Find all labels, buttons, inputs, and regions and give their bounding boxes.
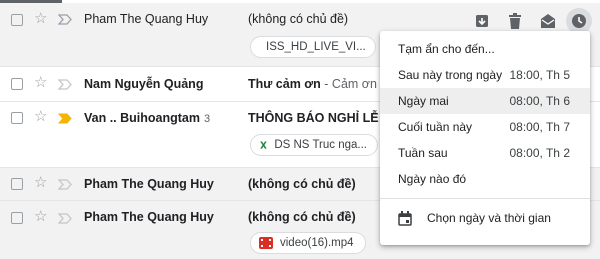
snooze-menu-title: Tạm ẩn cho đến... [380, 36, 590, 62]
attachment-name: ISS_HD_LIVE_VI... [266, 41, 366, 53]
option-label: Ngày mai [398, 94, 449, 108]
video-file-icon [259, 237, 273, 249]
attachment-name: video(16).mp4 [280, 237, 354, 249]
snooze-menu: Tạm ẩn cho đến... Sau này trong ngày 18:… [380, 31, 590, 245]
subject-text: THÔNG BÁO NGHỈ LỄ [248, 111, 379, 125]
option-label: Ngày nào đó [398, 172, 467, 186]
subject: Thư cảm ơn - Cảm ơn bá [248, 77, 394, 91]
option-label: Sau này trong ngày [398, 68, 503, 82]
option-time: 18:00, Th 5 [509, 68, 571, 82]
star-icon[interactable]: ☆ [34, 75, 47, 90]
row-checkbox[interactable] [11, 178, 23, 190]
row-checkbox[interactable] [11, 78, 23, 90]
star-icon[interactable]: ☆ [34, 175, 47, 190]
sender: Pham The Quang Huy [84, 210, 214, 224]
option-label: Tuần sau [398, 146, 448, 160]
option-label: Chọn ngày và thời gian [427, 211, 551, 225]
subject-text: (không có chủ đề) [248, 12, 349, 26]
subject: (không có chủ đề) [248, 12, 348, 26]
option-time: 08:00, Th 2 [509, 146, 571, 160]
snooze-option-later-today[interactable]: Sau này trong ngày 18:00, Th 5 [380, 62, 590, 88]
star-icon[interactable]: ☆ [34, 109, 47, 124]
important-marker-icon[interactable] [58, 14, 72, 25]
snooze-option-someday[interactable]: Ngày nào đó [380, 166, 590, 192]
archive-icon [476, 15, 488, 27]
row-checkbox[interactable] [11, 14, 23, 26]
sender-name: Van .. Buihoangtam [84, 111, 200, 125]
subject: (không có chủ đề) [248, 177, 356, 191]
sender: Pham The Quang Huy [84, 12, 209, 26]
calendar-icon [398, 211, 412, 226]
subject: (không có chủ đề) [248, 210, 356, 224]
option-time: 08:00, Th 6 [509, 94, 571, 108]
attachment-chip[interactable]: video(16).mp4 [250, 232, 366, 254]
row-checkbox[interactable] [11, 112, 23, 124]
star-icon[interactable]: ☆ [34, 209, 47, 224]
attachment-name: DS NS Truc nga... [274, 139, 367, 151]
archive-button[interactable] [472, 11, 492, 31]
snooze-option-tomorrow[interactable]: Ngày mai 08:00, Th 6 [380, 88, 590, 114]
delete-icon [509, 13, 521, 29]
thread-count: 3 [204, 113, 211, 125]
mark-read-button[interactable] [538, 11, 558, 31]
mark-read-icon [541, 14, 555, 28]
menu-title-text: Tạm ẩn cho đến... [398, 42, 495, 56]
snooze-option-this-weekend[interactable]: Cuối tuần này 08:00, Th 7 [380, 114, 590, 140]
sender: Nam Nguyễn Quảng [84, 77, 204, 91]
attachment-chip[interactable]: DS NS Truc nga... [250, 134, 378, 156]
option-time: 08:00, Th 7 [509, 120, 571, 134]
row-checkbox[interactable] [11, 212, 23, 224]
important-marker-icon[interactable] [58, 79, 72, 90]
option-label: Cuối tuần này [398, 120, 473, 134]
important-marker-icon[interactable] [58, 213, 72, 224]
delete-button[interactable] [505, 11, 525, 31]
sender: Van .. Buihoangtam 3 [84, 111, 210, 125]
important-marker-icon[interactable] [58, 113, 72, 124]
star-icon[interactable]: ☆ [34, 11, 47, 26]
snooze-option-pick-date[interactable]: Chọn ngày và thời gian [380, 205, 590, 233]
snooze-clock-icon [572, 14, 586, 28]
sender: Pham The Quang Huy [84, 177, 214, 191]
important-marker-icon[interactable] [58, 179, 72, 190]
subject: THÔNG BÁO NGHỈ LỄ - T [248, 111, 397, 125]
snooze-option-next-week[interactable]: Tuần sau 08:00, Th 2 [380, 140, 590, 166]
menu-divider [380, 198, 590, 199]
sheet-file-icon [260, 141, 267, 149]
attachment-chip[interactable]: ISS_HD_LIVE_VI... [250, 36, 376, 58]
subject-text: Thư cảm ơn [248, 77, 321, 91]
